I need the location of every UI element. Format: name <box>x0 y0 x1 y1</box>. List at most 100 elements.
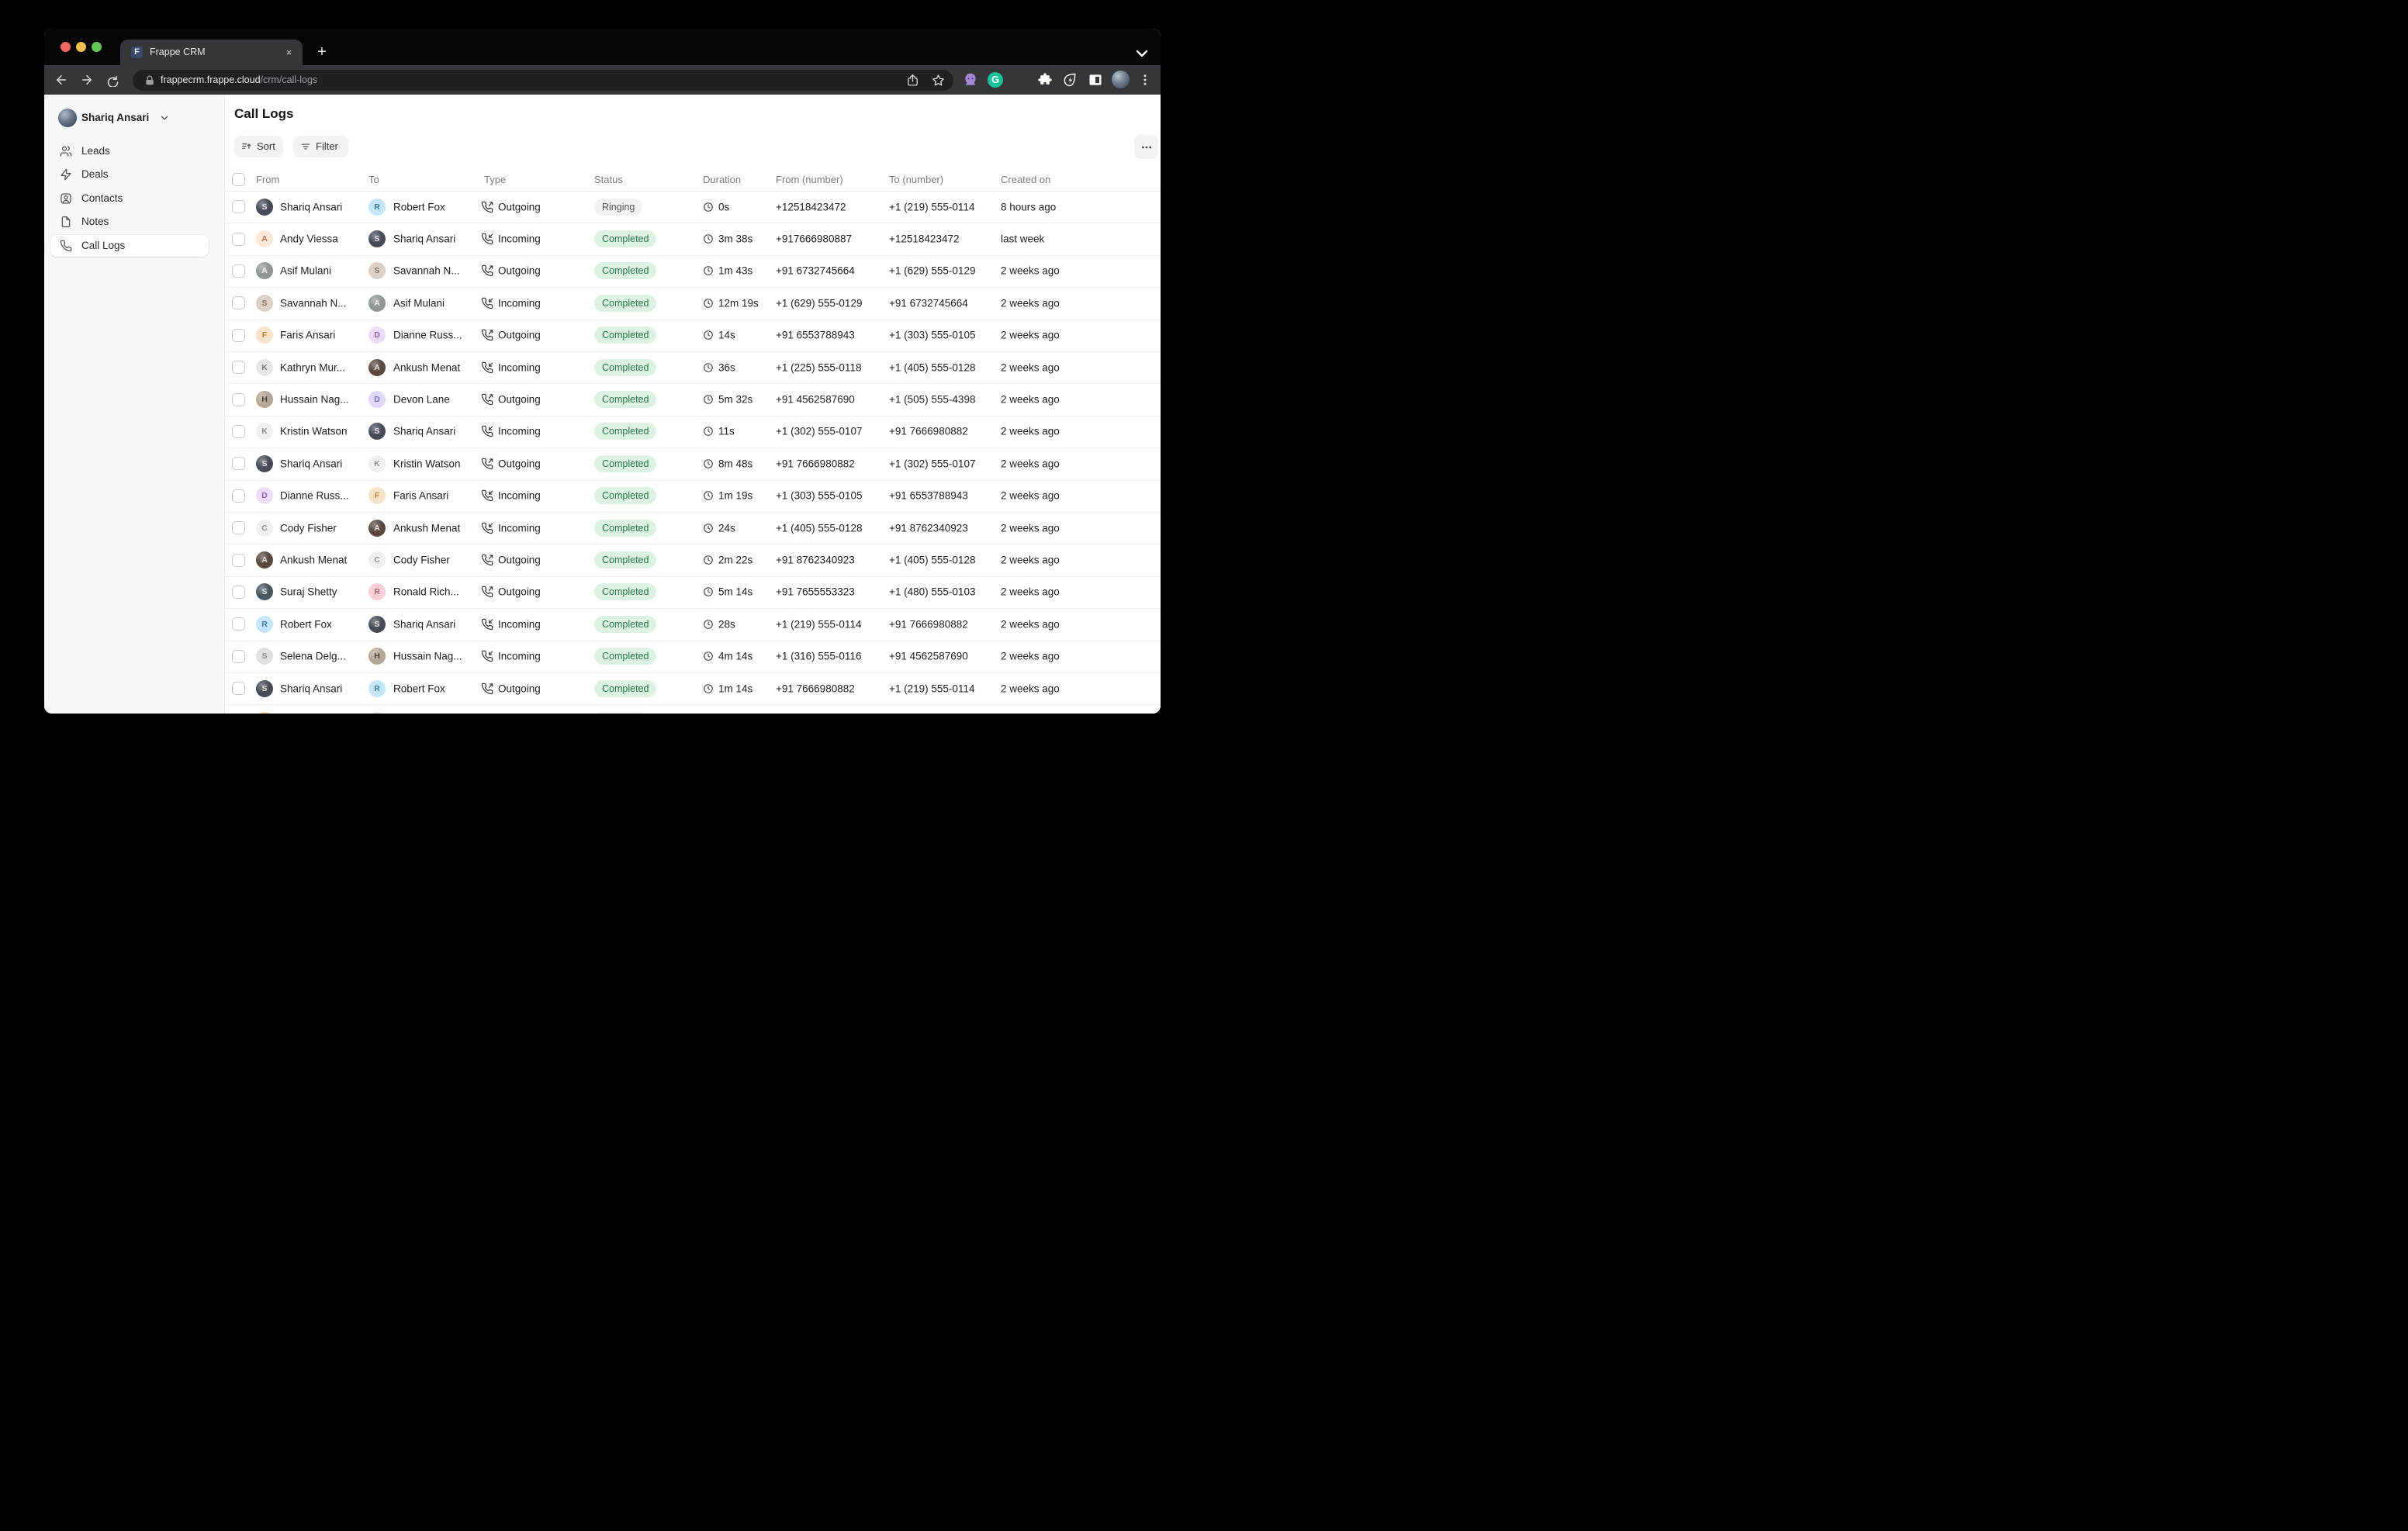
table-row[interactable]: HHussain Nag...DDevon LaneOutgoingComple… <box>225 383 1161 416</box>
table-row[interactable]: SSavannah N...AAsif MulaniIncomingComple… <box>225 287 1161 320</box>
row-checkbox[interactable] <box>232 329 245 342</box>
adblock-extension-icon[interactable] <box>1012 72 1028 88</box>
table-row[interactable]: KKristin WatsonSShariq AnsariIncomingCom… <box>225 416 1161 448</box>
row-checkbox[interactable] <box>232 457 245 470</box>
leaf-extension-icon[interactable] <box>1062 72 1078 88</box>
contact-icon <box>60 192 72 205</box>
row-checkbox[interactable] <box>232 296 245 309</box>
table-row[interactable]: SShariq AnsariRRobert FoxOutgoingRinging… <box>225 191 1161 223</box>
sidebar-item-leads[interactable]: Leads <box>50 140 209 162</box>
new-tab-button[interactable]: + <box>313 43 331 61</box>
status-badge: Completed <box>594 423 656 440</box>
call-type: Outgoing <box>498 330 541 341</box>
sidebar-item-call-logs[interactable]: Call Logs <box>50 235 209 257</box>
sidebar-item-deals[interactable]: Deals <box>50 164 209 185</box>
zap-icon <box>60 168 72 181</box>
browser-menu-icon[interactable] <box>1138 73 1152 87</box>
url-bar[interactable]: frappecrm.frappe.cloud/crm/call-logs <box>133 70 953 91</box>
sidebar-item-contacts[interactable]: Contacts <box>50 188 209 209</box>
from-avatar: A <box>256 262 273 279</box>
phone-incoming-icon <box>481 233 493 245</box>
back-button[interactable] <box>54 73 68 87</box>
octopus-extension-icon[interactable] <box>963 72 978 88</box>
table-row[interactable]: AAsif MulaniSSavannah N...OutgoingComple… <box>225 255 1161 288</box>
to-number: +1 (405) 555-0128 <box>889 361 975 373</box>
titlebar: F Frappe CRM × + <box>44 29 1161 65</box>
to-name: Shariq Ansari <box>393 426 455 437</box>
puzzle-extensions-icon[interactable] <box>1037 72 1053 88</box>
status-badge: Ringing <box>594 199 642 216</box>
column-header-created-on[interactable]: Created on <box>1001 170 1050 189</box>
row-checkbox[interactable] <box>232 650 245 663</box>
duration: 14s <box>718 330 735 341</box>
share-icon[interactable] <box>906 74 919 87</box>
table-row[interactable]: AAndy ViessaSShariq AnsariIncomingComple… <box>225 223 1161 255</box>
row-checkbox[interactable] <box>232 425 245 438</box>
row-checkbox[interactable] <box>232 200 245 213</box>
reload-button[interactable] <box>105 73 119 87</box>
to-avatar: F <box>368 487 386 504</box>
file-icon <box>60 216 72 228</box>
sort-button[interactable]: Sort <box>234 136 283 157</box>
column-header-to[interactable]: To <box>368 170 379 189</box>
from-name: Robert Fox <box>280 618 332 630</box>
row-checkbox[interactable] <box>232 617 245 631</box>
row-checkbox[interactable] <box>232 361 245 374</box>
created-on: 2 weeks ago <box>1001 458 1060 469</box>
row-checkbox[interactable] <box>232 264 245 278</box>
table-row[interactable]: SShariq AnsariKKristin WatsonOutgoingCom… <box>225 448 1161 480</box>
table-row[interactable]: KKathryn Mur...AAnkush MenatIncomingComp… <box>225 351 1161 384</box>
sidebar-toggle-icon[interactable] <box>1088 72 1103 88</box>
select-all-checkbox[interactable] <box>232 173 245 186</box>
zoom-window-button[interactable] <box>92 42 102 52</box>
tab-search-chevron-icon[interactable] <box>1133 44 1151 60</box>
from-avatar: H <box>256 391 273 408</box>
from-number: +91 7655553323 <box>776 586 855 598</box>
close-window-button[interactable] <box>61 42 71 52</box>
clock-icon <box>703 202 714 213</box>
bookmark-star-icon[interactable] <box>932 74 945 87</box>
column-header-duration[interactable]: Duration <box>703 170 741 189</box>
browser-profile-avatar[interactable] <box>1112 71 1130 88</box>
duration: 36s <box>718 361 735 373</box>
browser-toolbar: frappecrm.frappe.cloud/crm/call-logs G <box>44 65 1161 95</box>
row-checkbox[interactable] <box>232 233 245 246</box>
column-header-to-number-[interactable]: To (number) <box>889 170 943 189</box>
call-type: Outgoing <box>498 458 541 469</box>
table-row[interactable]: SSelena Delg...HHussain Nag...IncomingCo… <box>225 641 1161 673</box>
filter-button[interactable]: Filter <box>293 136 348 157</box>
minimize-window-button[interactable] <box>76 42 86 52</box>
to-name: Shariq Ansari <box>393 233 455 245</box>
row-checkbox[interactable] <box>232 682 245 695</box>
table-row[interactable]: SSuraj ShettyRRonald Rich...OutgoingComp… <box>225 576 1161 609</box>
column-header-type[interactable]: Type <box>484 170 506 189</box>
column-header-from[interactable]: From <box>256 170 279 189</box>
sidebar-item-notes[interactable]: Notes <box>50 211 209 233</box>
call-type: Incoming <box>498 490 541 502</box>
row-checkbox[interactable] <box>232 586 245 599</box>
row-checkbox[interactable] <box>232 489 245 503</box>
phone-incoming-icon <box>481 522 493 534</box>
to-number: +1 (219) 555-0114 <box>889 683 974 694</box>
phone-outgoing-icon <box>481 554 493 566</box>
call-type: Incoming <box>498 522 541 534</box>
row-checkbox[interactable] <box>232 393 245 406</box>
column-header-status[interactable]: Status <box>594 170 623 189</box>
tab-close-icon[interactable]: × <box>282 45 296 60</box>
row-checkbox[interactable] <box>232 521 245 534</box>
grammarly-extension-icon[interactable]: G <box>988 72 1003 88</box>
table-row[interactable]: CCody FisherAAnkush MenatIncomingComplet… <box>225 512 1161 544</box>
table-row[interactable]: FFaris AnsariDDianne Russ...OutgoingComp… <box>225 320 1161 352</box>
column-header-from-number-[interactable]: From (number) <box>776 170 843 189</box>
duration: 5m 14s <box>718 586 752 598</box>
url-host: frappecrm.frappe.cloud <box>161 74 261 85</box>
forward-button[interactable] <box>80 73 94 87</box>
row-checkbox[interactable] <box>232 554 245 567</box>
table-row-partial[interactable] <box>225 704 1161 714</box>
browser-tab[interactable]: F Frappe CRM × <box>120 40 303 65</box>
more-options-button[interactable] <box>1134 135 1158 159</box>
table-row[interactable]: DDianne Russ...FFaris AnsariIncomingComp… <box>225 480 1161 513</box>
table-row[interactable]: RRobert FoxSShariq AnsariIncomingComplet… <box>225 608 1161 641</box>
table-row[interactable]: SShariq AnsariRRobert FoxOutgoingComplet… <box>225 672 1161 705</box>
table-row[interactable]: AAnkush MenatCCody FisherOutgoingComplet… <box>225 544 1161 576</box>
